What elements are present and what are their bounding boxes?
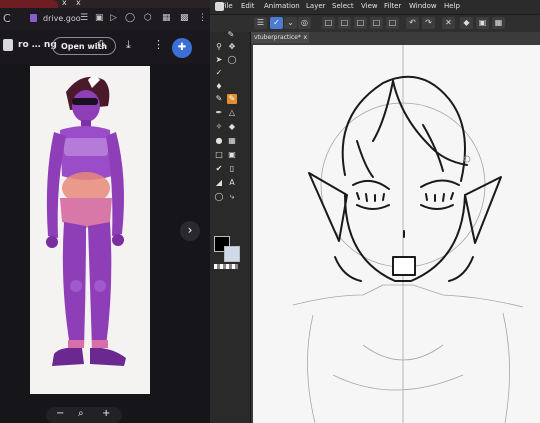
drive-viewer-header: ro … ng Open with ⎙ ⤓ ⋮ ✚ xyxy=(0,30,210,64)
share-icon[interactable]: ✚ xyxy=(172,38,192,58)
menu-file[interactable]: File xyxy=(221,2,233,10)
menu-help[interactable]: Help xyxy=(444,2,460,10)
grid-icon[interactable]: ▩ xyxy=(180,13,189,23)
reload-icon[interactable]: C xyxy=(3,12,11,25)
drawing-canvas[interactable] xyxy=(253,45,540,423)
transform-icon[interactable]: ▦ xyxy=(492,17,505,29)
clear-icon[interactable]: ✕ xyxy=(442,17,455,29)
download-icon[interactable]: ⤓ xyxy=(126,38,131,52)
file-name-start: ro xyxy=(18,40,29,50)
sub-color-swatch[interactable] xyxy=(224,246,240,262)
canvas-icon-4[interactable]: □ xyxy=(370,17,383,29)
clip-studio-window: File Edit Animation Layer Select View Fi… xyxy=(210,0,540,423)
url-domain[interactable]: drive.goo xyxy=(43,14,81,23)
pen-tool-icon[interactable]: ✎ xyxy=(226,30,236,40)
selection-check-icon[interactable]: ✓ xyxy=(270,17,283,29)
open-with-button[interactable]: Open with xyxy=(52,37,116,55)
tab-close-icon-2[interactable]: x xyxy=(76,0,81,7)
operation-tool-icon[interactable]: ➤ xyxy=(214,55,224,65)
gradient-icon[interactable]: □ xyxy=(214,150,224,160)
ruler-icon[interactable]: ▯ xyxy=(227,164,237,174)
dots-icon[interactable]: ⋮ xyxy=(198,13,207,23)
zoom-icon[interactable]: ⌕ xyxy=(78,408,84,419)
lasso-tool-icon[interactable]: ◯ xyxy=(227,55,237,65)
character-artwork xyxy=(46,76,126,366)
menu-bar: File Edit Animation Layer Select View Fi… xyxy=(210,0,540,15)
canvas-icon-1[interactable]: □ xyxy=(322,17,335,29)
file-name: ro … ng xyxy=(18,40,57,50)
browser-window: x x C drive.goo ☰ ▣ ▷ ◯ ⬡ ▦ ▩ ⋮ ro … ng … xyxy=(0,0,210,423)
balloon-icon[interactable]: ◯ xyxy=(214,192,224,202)
crop-icon[interactable]: ▣ xyxy=(476,17,489,29)
lock-icon xyxy=(30,14,37,22)
pencil-icon[interactable]: ✎ xyxy=(214,94,224,104)
address-bar[interactable]: C drive.goo ☰ ▣ ▷ ◯ ⬡ ▦ ▩ ⋮ xyxy=(0,8,210,30)
next-icon[interactable]: › xyxy=(180,221,200,241)
pen-icon[interactable]: ✎ xyxy=(227,94,237,104)
canvas-icon-3[interactable]: □ xyxy=(354,17,367,29)
document-tab[interactable]: vtuberpractice* x xyxy=(251,32,309,43)
print-icon[interactable]: ⎙ xyxy=(96,38,105,52)
menu-select[interactable]: Select xyxy=(332,2,354,10)
canvas-icon-5[interactable]: □ xyxy=(386,17,399,29)
fill-icon[interactable]: ▦ xyxy=(227,136,237,146)
check-icon[interactable]: ◯ xyxy=(125,13,135,23)
hamburger-icon[interactable]: ☰ xyxy=(254,17,267,29)
frame-icon[interactable]: ✔ xyxy=(214,164,224,174)
fill-bucket-icon[interactable]: ◆ xyxy=(460,17,473,29)
canvas-area: vtuberpractice* x xyxy=(251,32,540,423)
blend-icon[interactable]: ● xyxy=(214,136,224,146)
zoom-in-icon[interactable]: + xyxy=(102,408,110,419)
menu-animation[interactable]: Animation xyxy=(264,2,300,10)
tool-palette: ✎ ⚲ ✥ ➤ ◯ ✓ ♦ ✎ ✎ ✒ △ ✧ ◆ ● ▦ □ ▣ ✔ ▯ ◢ … xyxy=(210,30,251,423)
sketch-lineart xyxy=(292,45,524,423)
figure-icon[interactable]: ▣ xyxy=(227,150,237,160)
undo-icon[interactable]: ↶ xyxy=(406,17,419,29)
transparent-color-swatch[interactable] xyxy=(214,264,238,269)
more-icon[interactable]: ⋮ xyxy=(153,38,164,51)
tab-strip: x x xyxy=(0,0,210,8)
zoom-tool-icon[interactable]: ⚲ xyxy=(214,42,224,52)
brush-icon[interactable]: ✒ xyxy=(214,108,224,118)
text-icon[interactable]: A xyxy=(227,178,237,188)
menu-filter[interactable]: Filter xyxy=(384,2,401,10)
zoom-controls: − ⌕ + xyxy=(46,407,122,423)
qr-icon[interactable]: ▦ xyxy=(162,13,171,23)
menu-window[interactable]: Window xyxy=(409,2,437,10)
command-bar: ☰ ✓ ⌄ ◎ □ □ □ □ □ ↶ ↷ ✕ ◆ ▣ ▦ xyxy=(210,15,540,32)
document-tab-label: vtuberpractice* xyxy=(254,34,301,41)
canvas-icon-2[interactable]: □ xyxy=(338,17,351,29)
menu-layer[interactable]: Layer xyxy=(306,2,326,10)
chevron-down-icon[interactable]: ⌄ xyxy=(284,17,297,29)
fill-tool-icon[interactable]: ♦ xyxy=(214,82,224,92)
tune-icon[interactable]: ☰ xyxy=(80,13,88,23)
menu-edit[interactable]: Edit xyxy=(241,2,255,10)
zoom-out-icon[interactable]: − xyxy=(56,408,64,419)
file-icon xyxy=(3,39,13,51)
redo-icon[interactable]: ↷ xyxy=(422,17,435,29)
correction-icon[interactable]: ◢ xyxy=(214,178,224,188)
document-tab-close-icon[interactable]: x xyxy=(303,32,307,43)
box-icon[interactable]: ⬡ xyxy=(144,13,152,23)
vector-icon[interactable]: ⤷ xyxy=(227,192,237,202)
eraser-icon[interactable]: ◆ xyxy=(227,122,237,132)
menu-view[interactable]: View xyxy=(361,2,378,10)
airbrush-icon[interactable]: △ xyxy=(227,108,237,118)
eyedropper-tool-icon[interactable]: ✓ xyxy=(214,68,224,78)
image-preview xyxy=(30,66,150,394)
camera-icon[interactable]: ▣ xyxy=(95,13,104,23)
ruler-snap-icon[interactable]: ◎ xyxy=(298,17,311,29)
move-tool-icon[interactable]: ✥ xyxy=(227,42,237,52)
decoration-icon[interactable]: ✧ xyxy=(214,122,224,132)
send-icon[interactable]: ▷ xyxy=(110,13,117,23)
tab-close-icon[interactable]: x xyxy=(62,0,67,7)
active-tab[interactable] xyxy=(0,0,58,8)
